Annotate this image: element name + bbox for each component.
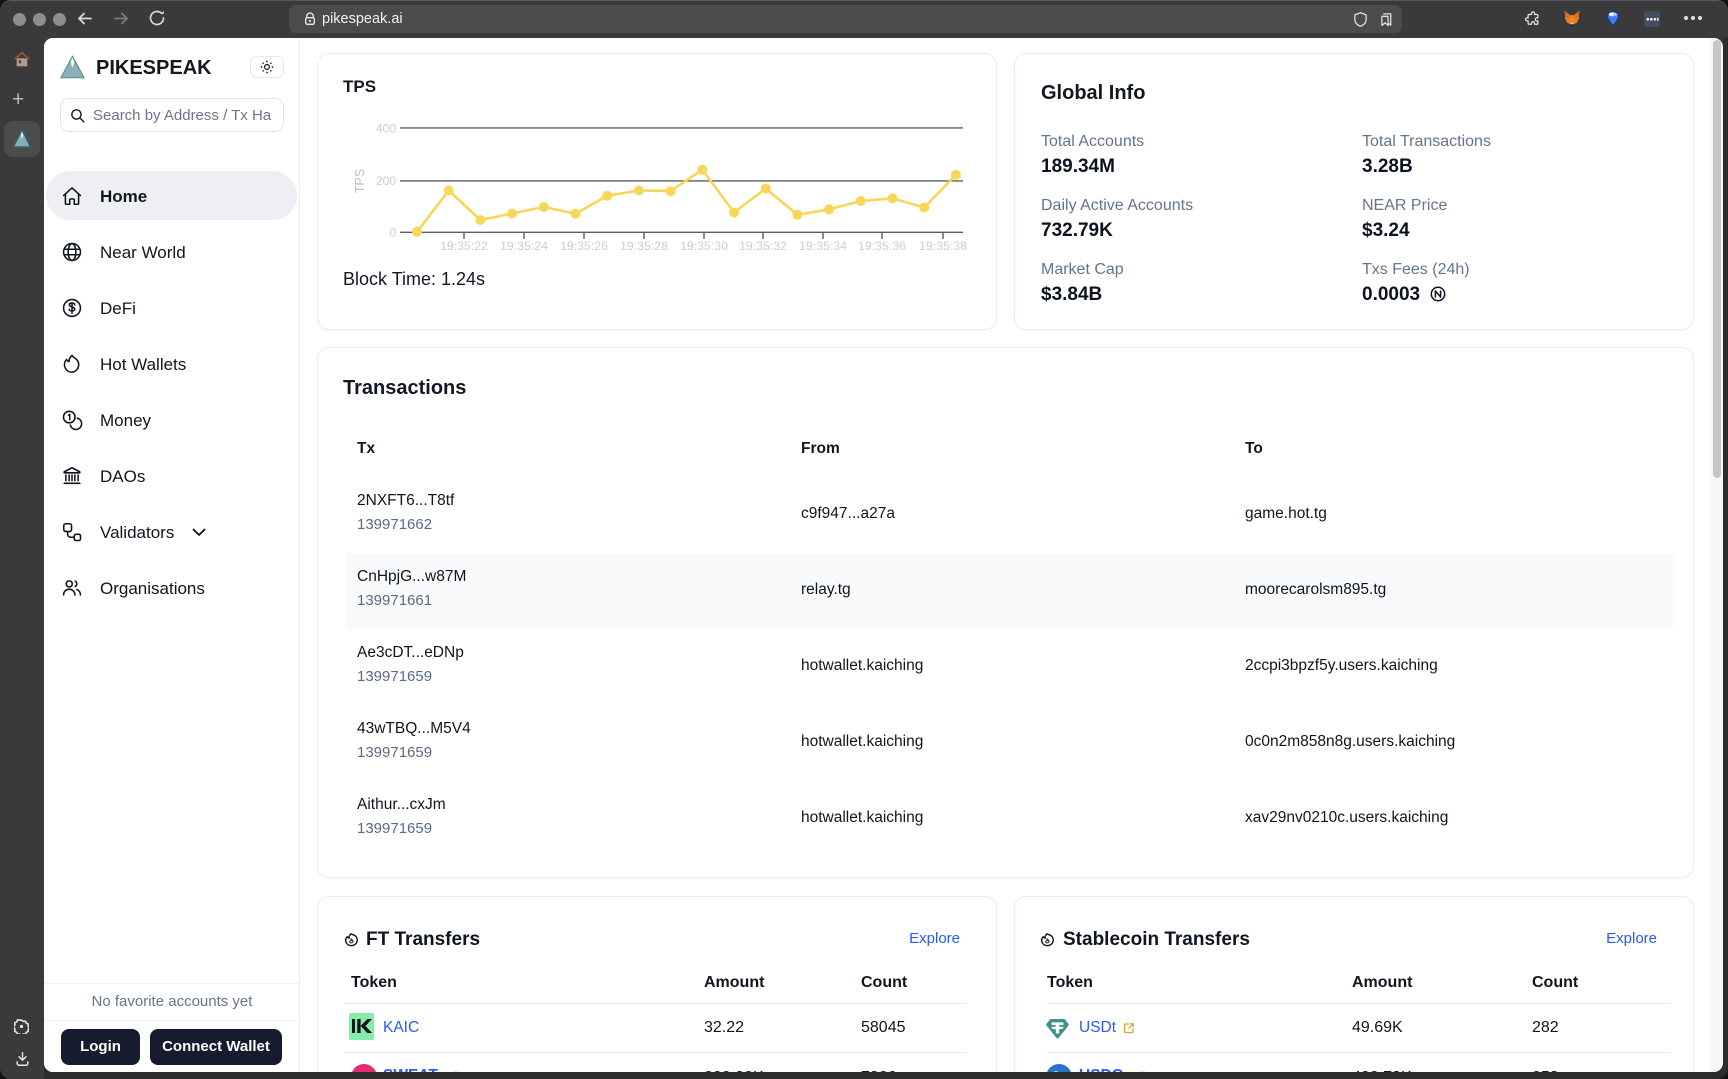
- svg-text:200: 200: [376, 174, 396, 188]
- svg-text:19:35:34: 19:35:34: [799, 239, 847, 253]
- svg-text:19:35:24: 19:35:24: [500, 239, 548, 253]
- svg-text:TPS: TPS: [353, 169, 367, 193]
- svg-text:400: 400: [376, 122, 396, 136]
- svg-text:19:35:26: 19:35:26: [560, 239, 608, 253]
- svg-text:19:35:28: 19:35:28: [620, 239, 668, 253]
- svg-text:19:35:22: 19:35:22: [440, 239, 488, 253]
- svg-text:19:35:30: 19:35:30: [680, 239, 728, 253]
- svg-text:19:35:38: 19:35:38: [919, 239, 967, 253]
- svg-text:19:35:36: 19:35:36: [858, 239, 906, 253]
- svg-text:0: 0: [389, 226, 396, 240]
- svg-text:19:35:32: 19:35:32: [739, 239, 787, 253]
